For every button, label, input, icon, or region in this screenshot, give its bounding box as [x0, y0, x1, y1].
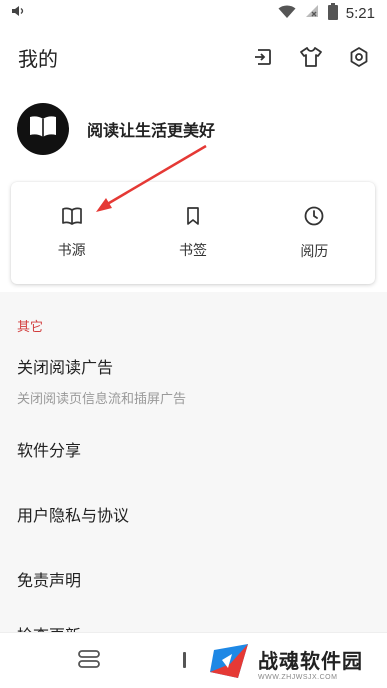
no-sim-icon: [304, 3, 320, 23]
menu-item-label: 软件分享: [17, 441, 82, 460]
menu-item-close-ads[interactable]: 关闭阅读广告 关闭阅读页信息流和插屏广告: [17, 354, 377, 407]
other-section: 其它 关闭阅读广告 关闭阅读页信息流和插屏广告 软件分享 用户隐私与协议 免责声…: [0, 292, 387, 645]
watermark-text: 战魂软件园: [258, 649, 363, 673]
bookshelf-icon[interactable]: [76, 647, 102, 673]
menu-item-share-app[interactable]: 软件分享: [17, 437, 377, 461]
watermark-logo-icon: [208, 640, 252, 686]
quick-action-book-source[interactable]: 书源: [17, 198, 127, 268]
app-header: 我的: [0, 26, 387, 88]
cast-icon[interactable]: [251, 45, 275, 69]
clock-icon: [303, 205, 325, 231]
battery-icon: [327, 2, 338, 24]
page-title: 我的: [18, 46, 58, 71]
avatar: [17, 103, 69, 155]
quick-action-bookmarks[interactable]: 书签: [138, 198, 248, 268]
menu-item-subtitle: 关闭阅读页信息流和插屏广告: [17, 392, 187, 407]
status-bar: 5:21: [0, 0, 387, 26]
status-time: 5:21: [345, 4, 375, 22]
menu-item-label: 用户隐私与协议: [17, 506, 130, 525]
section-title: 其它: [17, 320, 44, 335]
header-actions: [251, 45, 371, 69]
discover-icon[interactable]: [172, 647, 198, 673]
wifi-icon: [278, 4, 296, 23]
settings-icon[interactable]: [347, 45, 371, 69]
quick-action-label: 书签: [178, 243, 207, 259]
menu-item-privacy[interactable]: 用户隐私与协议: [17, 502, 377, 526]
open-book-icon: [28, 114, 58, 144]
profile-row[interactable]: 阅读让生活更美好: [0, 100, 387, 158]
quick-actions-card: 书源 书签 阅历: [11, 182, 375, 284]
quick-action-label: 书源: [57, 243, 86, 259]
menu-item-disclaimer[interactable]: 免责声明: [17, 567, 377, 591]
quick-action-label: 阅历: [300, 244, 329, 260]
watermark: 战魂软件园 WWW.ZHJWSJX.COM: [208, 639, 383, 687]
theme-shirt-icon[interactable]: [299, 45, 323, 69]
bookmark-icon: [184, 206, 202, 230]
profile-slogan: 阅读让生活更美好: [87, 121, 216, 140]
watermark-url: WWW.ZHJWSJX.COM: [258, 674, 338, 681]
book-icon: [61, 206, 83, 230]
menu-item-label: 免责声明: [17, 571, 82, 590]
menu-item-label: 关闭阅读广告: [17, 358, 114, 377]
volume-icon: [10, 3, 26, 23]
quick-action-reading-history[interactable]: 阅历: [259, 198, 369, 268]
